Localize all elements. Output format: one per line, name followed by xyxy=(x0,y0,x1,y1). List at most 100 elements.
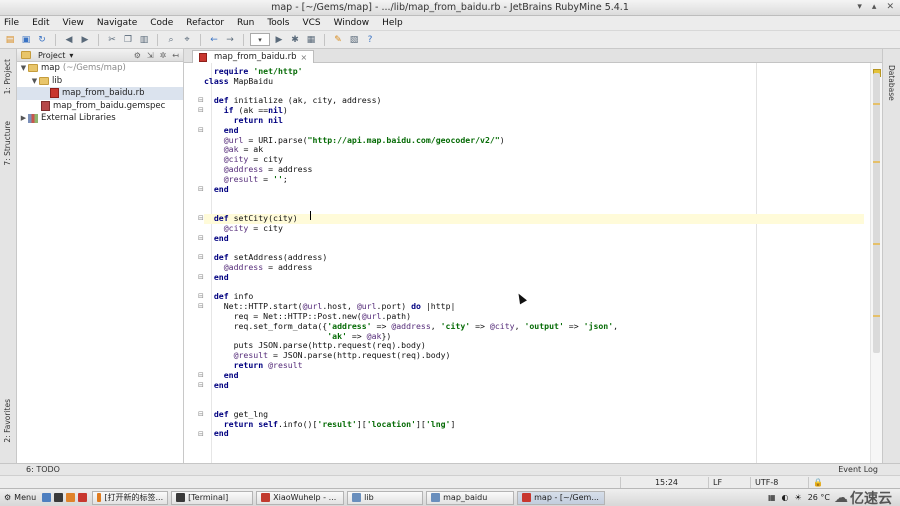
tree-item-map[interactable]: ▼ map (~/Gems/map) xyxy=(17,62,183,75)
project-view-select[interactable]: Project xyxy=(38,51,65,60)
settings-icon[interactable]: ✲ xyxy=(160,51,167,60)
project-structure-icon[interactable]: ▧ xyxy=(347,33,361,47)
tab-structure[interactable]: 7: Structure xyxy=(2,119,13,168)
fold-marker-icon[interactable]: ⊟ xyxy=(198,371,204,379)
rubymine-launcher-icon[interactable] xyxy=(78,493,88,502)
fold-marker-icon[interactable]: ⊟ xyxy=(198,96,204,104)
fold-marker-icon[interactable]: ⊟ xyxy=(198,126,204,134)
fold-marker-icon[interactable]: ⊟ xyxy=(198,185,204,193)
close-tab-icon[interactable]: × xyxy=(301,53,308,62)
tree-item-gemspec[interactable]: map_from_baidu.gemspec xyxy=(17,100,183,113)
editor-tab-map-from-baidu[interactable]: map_from_baidu.rb × xyxy=(192,50,315,63)
sync-icon[interactable]: ↻ xyxy=(35,33,49,47)
chevron-right-icon[interactable]: ▶ xyxy=(19,114,28,122)
tree-item-map-from-baidu-rb[interactable]: map_from_baidu.rb xyxy=(17,87,183,100)
close-icon[interactable]: ✕ xyxy=(886,2,894,12)
menu-refactor[interactable]: Refactor xyxy=(186,18,224,28)
start-menu-button[interactable]: ⚙ Menu xyxy=(0,493,42,502)
menu-file[interactable]: File xyxy=(4,18,19,28)
coverage-icon[interactable]: ▦ xyxy=(304,33,318,47)
caret-position[interactable]: 15:24 xyxy=(620,477,708,488)
network-icon[interactable]: ▦ xyxy=(768,493,776,502)
forward-icon[interactable]: → xyxy=(223,33,237,47)
fold-marker-icon[interactable]: ⊟ xyxy=(198,410,204,418)
right-tool-strip: Database xyxy=(882,49,900,463)
debug-icon[interactable]: ✱ xyxy=(288,33,302,47)
taskbar-item-xiaowuhelp[interactable]: XiaoWuhelp - ... xyxy=(256,490,345,505)
find-icon[interactable]: ⌕ xyxy=(164,33,178,47)
replace-icon[interactable]: ⌖ xyxy=(180,33,194,47)
menu-help[interactable]: Help xyxy=(382,18,403,28)
chevron-down-icon[interactable]: ▾ xyxy=(69,51,73,60)
lock-icon[interactable]: 🔒 xyxy=(808,477,828,488)
maximize-icon[interactable]: ▴ xyxy=(872,2,877,12)
gear-icon[interactable]: ⚙ xyxy=(134,51,141,60)
code-line: end xyxy=(213,183,229,194)
fold-marker-icon[interactable]: ⊟ xyxy=(198,253,204,261)
chevron-down-icon[interactable]: ▼ xyxy=(19,64,28,72)
warning-marker[interactable] xyxy=(873,161,880,163)
taskbar-item-rubymine[interactable]: map - [~/Gem... xyxy=(517,490,606,505)
tab-project[interactable]: 1: Project xyxy=(2,57,13,96)
warning-marker[interactable] xyxy=(873,315,880,317)
code-area[interactable]: require 'net/http' class MapBaidu def in… xyxy=(204,66,864,449)
settings-icon[interactable]: ✎ xyxy=(331,33,345,47)
save-all-icon[interactable]: ▣ xyxy=(19,33,33,47)
paste-icon[interactable]: ▥ xyxy=(137,33,151,47)
menu-tools[interactable]: Tools xyxy=(267,18,289,28)
warning-marker[interactable] xyxy=(873,243,880,245)
taskbar-item-terminal[interactable]: [Terminal] xyxy=(171,490,254,505)
fold-marker-icon[interactable]: ⊟ xyxy=(198,106,204,114)
tree-item-lib[interactable]: ▼ lib xyxy=(17,75,183,88)
help-icon[interactable]: ? xyxy=(363,33,377,47)
menu-vcs[interactable]: VCS xyxy=(302,18,320,28)
fold-marker-icon[interactable]: ⊟ xyxy=(198,292,204,300)
line-separator[interactable]: LF xyxy=(708,477,740,488)
cut-icon[interactable]: ✂ xyxy=(105,33,119,47)
browser-launcher-icon[interactable] xyxy=(66,493,76,502)
open-folder-icon[interactable]: ▤ xyxy=(3,33,17,47)
menu-edit[interactable]: Edit xyxy=(32,18,49,28)
volume-icon[interactable]: ◐ xyxy=(782,493,789,502)
menu-run[interactable]: Run xyxy=(237,18,254,28)
tab-database[interactable]: Database xyxy=(887,65,896,101)
minimize-icon[interactable]: ▾ xyxy=(857,2,862,12)
menu-navigate[interactable]: Navigate xyxy=(97,18,137,28)
warning-marker[interactable] xyxy=(873,103,880,105)
hide-icon[interactable]: ↤ xyxy=(172,51,179,60)
taskbar-item-lib[interactable]: lib xyxy=(347,490,424,505)
collapse-icon[interactable]: ⇲ xyxy=(147,51,154,60)
tab-event-log[interactable]: Event Log xyxy=(838,465,878,474)
chevron-down-icon[interactable]: ▼ xyxy=(30,77,39,85)
fold-marker-icon[interactable]: ⊟ xyxy=(198,302,204,310)
terminal-launcher-icon[interactable] xyxy=(54,493,64,502)
editor-tab-label: map_from_baidu.rb xyxy=(214,52,297,62)
tree-item-external-libraries[interactable]: ▶ External Libraries xyxy=(17,112,183,125)
taskbar-item-map-baidu[interactable]: map_baidu xyxy=(426,490,515,505)
menu-window[interactable]: Window xyxy=(334,18,370,28)
scrollbar-thumb[interactable] xyxy=(873,73,880,353)
fold-marker-icon[interactable]: ⊟ xyxy=(198,214,204,222)
fold-marker-icon[interactable]: ⊟ xyxy=(198,430,204,438)
fold-marker-icon[interactable]: ⊟ xyxy=(198,381,204,389)
fold-marker-icon[interactable]: ⊟ xyxy=(198,273,204,281)
run-config-select[interactable]: ▾ xyxy=(250,33,270,46)
weather-icon[interactable]: ☀ xyxy=(795,493,802,502)
files-launcher-icon[interactable] xyxy=(42,493,52,502)
taskbar-item-browser[interactable]: [打开新的标签... xyxy=(92,490,169,505)
menu-view[interactable]: View xyxy=(63,18,84,28)
copy-icon[interactable]: ❐ xyxy=(121,33,135,47)
redo-icon[interactable]: ▶ xyxy=(78,33,92,47)
run-icon[interactable]: ▶ xyxy=(272,33,286,47)
tab-favorites[interactable]: 2: Favorites xyxy=(2,397,13,445)
code-line: end xyxy=(213,379,229,390)
file-encoding[interactable]: UTF-8 xyxy=(750,477,808,488)
editor-scrollbar[interactable] xyxy=(870,63,882,463)
tab-todo[interactable]: 6: TODO xyxy=(26,465,60,474)
menu-code[interactable]: Code xyxy=(150,18,173,28)
code-editor[interactable]: ⊟ ⊟ ⊟ ⊟ ⊟ ⊟ ⊟ ⊟ ⊟ ⊟ ⊟ ⊟ ⊟ ⊟ require 'net/http' class … xyxy=(184,63,882,463)
back-icon[interactable]: ← xyxy=(207,33,221,47)
fold-marker-icon[interactable]: ⊟ xyxy=(198,234,204,242)
undo-icon[interactable]: ◀ xyxy=(62,33,76,47)
code-line: return self.info()['result']['location']… xyxy=(223,418,456,429)
